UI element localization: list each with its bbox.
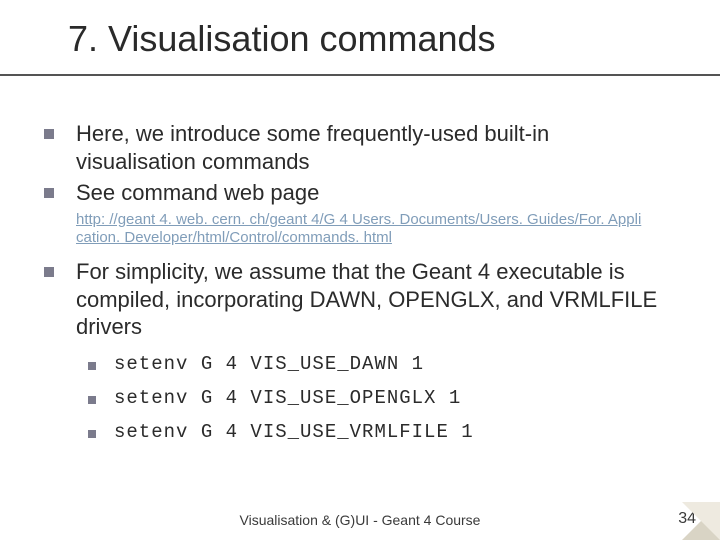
sub-bullet-list: setenv G 4 VIS_USE_DAWN 1 setenv G 4 VIS… xyxy=(88,353,674,443)
bullet-text: For simplicity, we assume that the Geant… xyxy=(76,258,674,341)
bullet-square-icon xyxy=(44,267,54,277)
bullet-text: Here, we introduce some frequently-used … xyxy=(76,120,674,175)
content-area: Here, we introduce some frequently-used … xyxy=(44,120,674,455)
code-line: setenv G 4 VIS_USE_OPENGLX 1 xyxy=(114,387,461,409)
bullet-square-icon xyxy=(88,430,96,438)
bullet-square-icon xyxy=(88,362,96,370)
bullet-square-icon xyxy=(88,396,96,404)
slide-title: 7. Visualisation commands xyxy=(68,18,496,60)
footer-text: Visualisation & (G)UI - Geant 4 Course xyxy=(0,512,720,528)
sub-bullet-item: setenv G 4 VIS_USE_DAWN 1 xyxy=(88,353,674,375)
code-line: setenv G 4 VIS_USE_DAWN 1 xyxy=(114,353,424,375)
sub-bullet-item: setenv G 4 VIS_USE_VRMLFILE 1 xyxy=(88,421,674,443)
sub-bullet-item: setenv G 4 VIS_USE_OPENGLX 1 xyxy=(88,387,674,409)
doc-link-line2[interactable]: cation. Developer/html/Control/commands.… xyxy=(76,229,392,246)
corner-fold-inner-icon xyxy=(682,502,720,540)
bullet-item: For simplicity, we assume that the Geant… xyxy=(44,258,674,341)
title-underline xyxy=(0,74,720,76)
bullet-text: See command web page xyxy=(76,179,319,207)
doc-link-line1[interactable]: http: //geant 4. web. cern. ch/geant 4/G… xyxy=(76,211,641,228)
slide: 7. Visualisation commands Here, we intro… xyxy=(0,0,720,540)
bullet-square-icon xyxy=(44,188,54,198)
code-line: setenv G 4 VIS_USE_VRMLFILE 1 xyxy=(114,421,474,443)
bullet-item: Here, we introduce some frequently-used … xyxy=(44,120,674,175)
bullet-square-icon xyxy=(44,129,54,139)
link-block: http: //geant 4. web. cern. ch/geant 4/G… xyxy=(76,211,674,249)
bullet-item: See command web page xyxy=(44,179,674,207)
